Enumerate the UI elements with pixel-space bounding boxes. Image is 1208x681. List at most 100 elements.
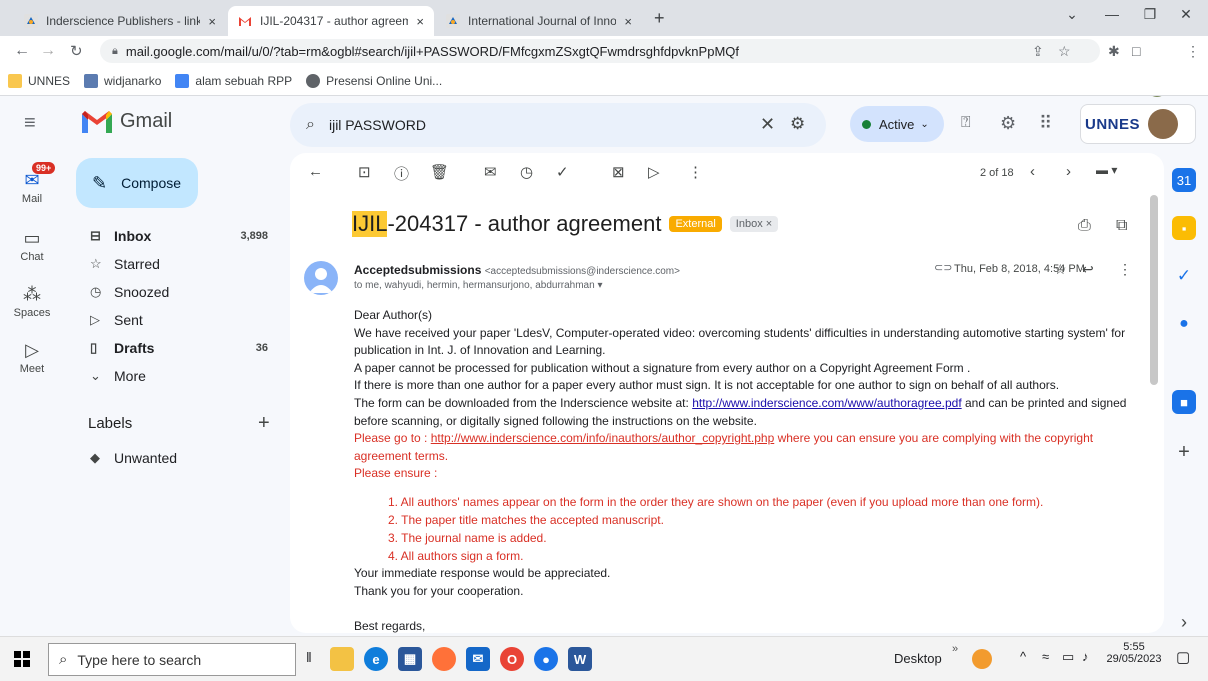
search-options-icon[interactable]: ⚙ bbox=[790, 114, 805, 134]
compose-button[interactable]: ✎ Compose bbox=[76, 158, 198, 208]
new-tab-button[interactable]: + bbox=[654, 8, 665, 29]
more-actions-icon[interactable]: ⋮ bbox=[688, 163, 703, 181]
reload-icon[interactable]: ↻ bbox=[70, 42, 83, 60]
restore-icon[interactable]: ❐ bbox=[1130, 6, 1170, 30]
tab-inderscience[interactable]: Inderscience Publishers - linking × bbox=[14, 6, 226, 36]
rail-meet[interactable]: ▷ Meet bbox=[0, 340, 64, 375]
add-task-icon[interactable]: ✓ bbox=[556, 163, 569, 181]
volume-icon[interactable]: ♪ bbox=[1082, 649, 1089, 664]
main-menu-icon[interactable]: ≡ bbox=[24, 112, 36, 135]
forward-icon[interactable]: → bbox=[40, 42, 56, 60]
apps-grid-icon[interactable]: ⠿ bbox=[1039, 113, 1052, 134]
snooze-icon[interactable]: ◷ bbox=[520, 163, 533, 181]
search-bar[interactable]: ⌕ ijil PASSWORD ✕ ⚙ bbox=[290, 103, 826, 147]
expand-panel-icon[interactable]: › bbox=[1172, 610, 1196, 634]
edge-icon[interactable]: e bbox=[364, 647, 388, 671]
windows-start-icon[interactable] bbox=[14, 651, 30, 667]
body-paragraph: Please go to : http://www.inderscience.c… bbox=[354, 431, 1094, 446]
copyright-link[interactable]: http://www.inderscience.com/info/inautho… bbox=[431, 431, 775, 445]
sidebar-item-inbox[interactable]: ⊟ Inbox 3,898 bbox=[76, 222, 280, 250]
extensions-icon[interactable]: ✱ bbox=[1108, 43, 1120, 60]
rail-chat[interactable]: ▭ Chat bbox=[0, 228, 64, 263]
clear-search-icon[interactable]: ✕ bbox=[760, 114, 775, 135]
delete-icon[interactable]: 🗑︎ bbox=[430, 163, 449, 181]
sidebar-item-snoozed[interactable]: ◷ Snoozed bbox=[76, 278, 280, 306]
sidebar-label-unwanted[interactable]: ◆ Unwanted bbox=[76, 444, 280, 472]
firefox-icon[interactable] bbox=[432, 647, 456, 671]
status-button[interactable]: Active ⌄ bbox=[850, 106, 944, 142]
bookmark-widjanarko[interactable]: widjanarko bbox=[84, 73, 161, 88]
tab-close-icon[interactable]: × bbox=[416, 14, 424, 29]
back-to-list-icon[interactable]: ← bbox=[308, 163, 323, 180]
notifications-icon[interactable]: ▢ bbox=[1176, 648, 1190, 666]
add-label-icon[interactable]: + bbox=[258, 412, 270, 435]
add-addon-icon[interactable]: + bbox=[1172, 440, 1196, 464]
close-window-icon[interactable]: ✕ bbox=[1166, 6, 1206, 30]
chrome-menu-icon[interactable]: ⋮ bbox=[1186, 43, 1200, 60]
search-input[interactable]: ijil PASSWORD bbox=[329, 117, 426, 133]
search-icon[interactable]: ⌕ bbox=[306, 116, 315, 134]
bookmark-star-icon[interactable]: ☆ bbox=[1058, 43, 1071, 60]
reply-icon[interactable]: ↩ bbox=[1082, 261, 1094, 278]
sidebar-item-more[interactable]: ⌄ More bbox=[76, 362, 280, 390]
sidebar-item-starred[interactable]: ☆ Starred bbox=[76, 250, 280, 278]
bookmark-rpp[interactable]: alam sebuah RPP bbox=[175, 73, 292, 88]
settings-gear-icon[interactable]: ⚙ bbox=[1000, 113, 1016, 134]
authoragree-link[interactable]: http://www.inderscience.com/www/authorag… bbox=[692, 396, 961, 410]
url-field[interactable]: 🔒︎ mail.google.com/mail/u/0/?tab=rm&ogbl… bbox=[100, 39, 1100, 63]
open-new-window-icon[interactable]: ⧉ bbox=[1116, 217, 1127, 235]
report-spam-icon[interactable]: ⓘ bbox=[394, 163, 409, 184]
tasks-icon[interactable]: ✓ bbox=[1172, 264, 1196, 288]
minimize-icon[interactable]: — bbox=[1092, 6, 1132, 30]
inbox-label-chip[interactable]: Inbox × bbox=[729, 216, 779, 232]
rail-mail[interactable]: ✉ Mail 99+ bbox=[0, 162, 64, 205]
tab-search-chevron-icon[interactable]: ⌄ bbox=[1052, 6, 1092, 30]
file-explorer-icon[interactable] bbox=[330, 647, 354, 671]
scrollbar-thumb[interactable] bbox=[1150, 195, 1158, 385]
taskbar-search-box[interactable]: ⌕ Type here to search bbox=[48, 643, 296, 676]
sidebar-item-drafts[interactable]: ▯ Drafts 36 bbox=[76, 334, 280, 362]
tray-chevron-up-icon[interactable]: ^ bbox=[1020, 649, 1026, 664]
star-message-icon[interactable]: ☆ bbox=[1054, 261, 1067, 278]
desktop-toolbar[interactable]: Desktop bbox=[894, 651, 942, 666]
store-icon[interactable]: ▦ bbox=[398, 647, 422, 671]
input-tools-icon[interactable]: ▬ ▾ bbox=[1096, 163, 1117, 177]
move-to-icon[interactable]: ⊠ bbox=[612, 163, 625, 181]
zoom-icon[interactable]: ■ bbox=[1172, 390, 1196, 414]
mark-unread-icon[interactable]: ✉ bbox=[484, 163, 497, 181]
back-icon[interactable]: ← bbox=[14, 42, 30, 60]
recipients[interactable]: to me, wahyudi, hermin, hermansurjono, a… bbox=[354, 280, 602, 291]
tab-close-icon[interactable]: × bbox=[624, 14, 632, 29]
word-icon[interactable]: W bbox=[568, 647, 592, 671]
chrome-icon[interactable]: ● bbox=[534, 647, 558, 671]
task-view-icon[interactable]: ‖ bbox=[306, 649, 312, 665]
print-icon[interactable]: ⎙ bbox=[1078, 217, 1091, 235]
bookmark-presensi[interactable]: Presensi Online Uni... bbox=[306, 73, 442, 88]
tab-close-icon[interactable]: × bbox=[208, 14, 216, 29]
label-as-icon[interactable]: ▷ bbox=[648, 163, 660, 181]
archive-icon[interactable]: ⊡ bbox=[358, 163, 371, 181]
newer-chevron-icon[interactable]: ‹ bbox=[1030, 163, 1035, 180]
share-icon[interactable]: ⇪ bbox=[1032, 43, 1044, 60]
help-icon[interactable]: ⍰ bbox=[961, 114, 971, 132]
gmail-logo[interactable]: Gmail bbox=[82, 110, 172, 133]
tray-app-icon[interactable] bbox=[972, 649, 992, 669]
opera-icon[interactable]: O bbox=[500, 647, 524, 671]
tab-gmail[interactable]: IJIL-204317 - author agreement - × bbox=[228, 6, 434, 36]
older-chevron-icon[interactable]: › bbox=[1066, 163, 1071, 180]
rail-spaces[interactable]: ⁂ Spaces bbox=[0, 284, 64, 319]
bookmark-unnes[interactable]: UNNES bbox=[8, 73, 70, 88]
battery-icon[interactable]: ▭ bbox=[1062, 649, 1074, 665]
contacts-icon[interactable]: ● bbox=[1172, 312, 1196, 336]
calendar-icon[interactable]: 31 bbox=[1172, 168, 1196, 192]
account-chip[interactable]: UNNES bbox=[1080, 104, 1196, 144]
clock[interactable]: 5:55 29/05/2023 bbox=[1104, 641, 1164, 665]
keep-icon[interactable]: ▪ bbox=[1172, 216, 1196, 240]
toolbar-chevron[interactable]: » bbox=[952, 643, 958, 655]
side-panel-icon[interactable]: □ bbox=[1132, 43, 1140, 59]
sidebar-item-sent[interactable]: ▷ Sent bbox=[76, 306, 280, 334]
message-more-icon[interactable]: ⋮ bbox=[1118, 261, 1132, 278]
wifi-icon[interactable]: ≈ bbox=[1042, 649, 1049, 664]
tab-international-journal[interactable]: International Journal of Innovatio × bbox=[436, 6, 642, 36]
mail-app-icon[interactable]: ✉ bbox=[466, 647, 490, 671]
